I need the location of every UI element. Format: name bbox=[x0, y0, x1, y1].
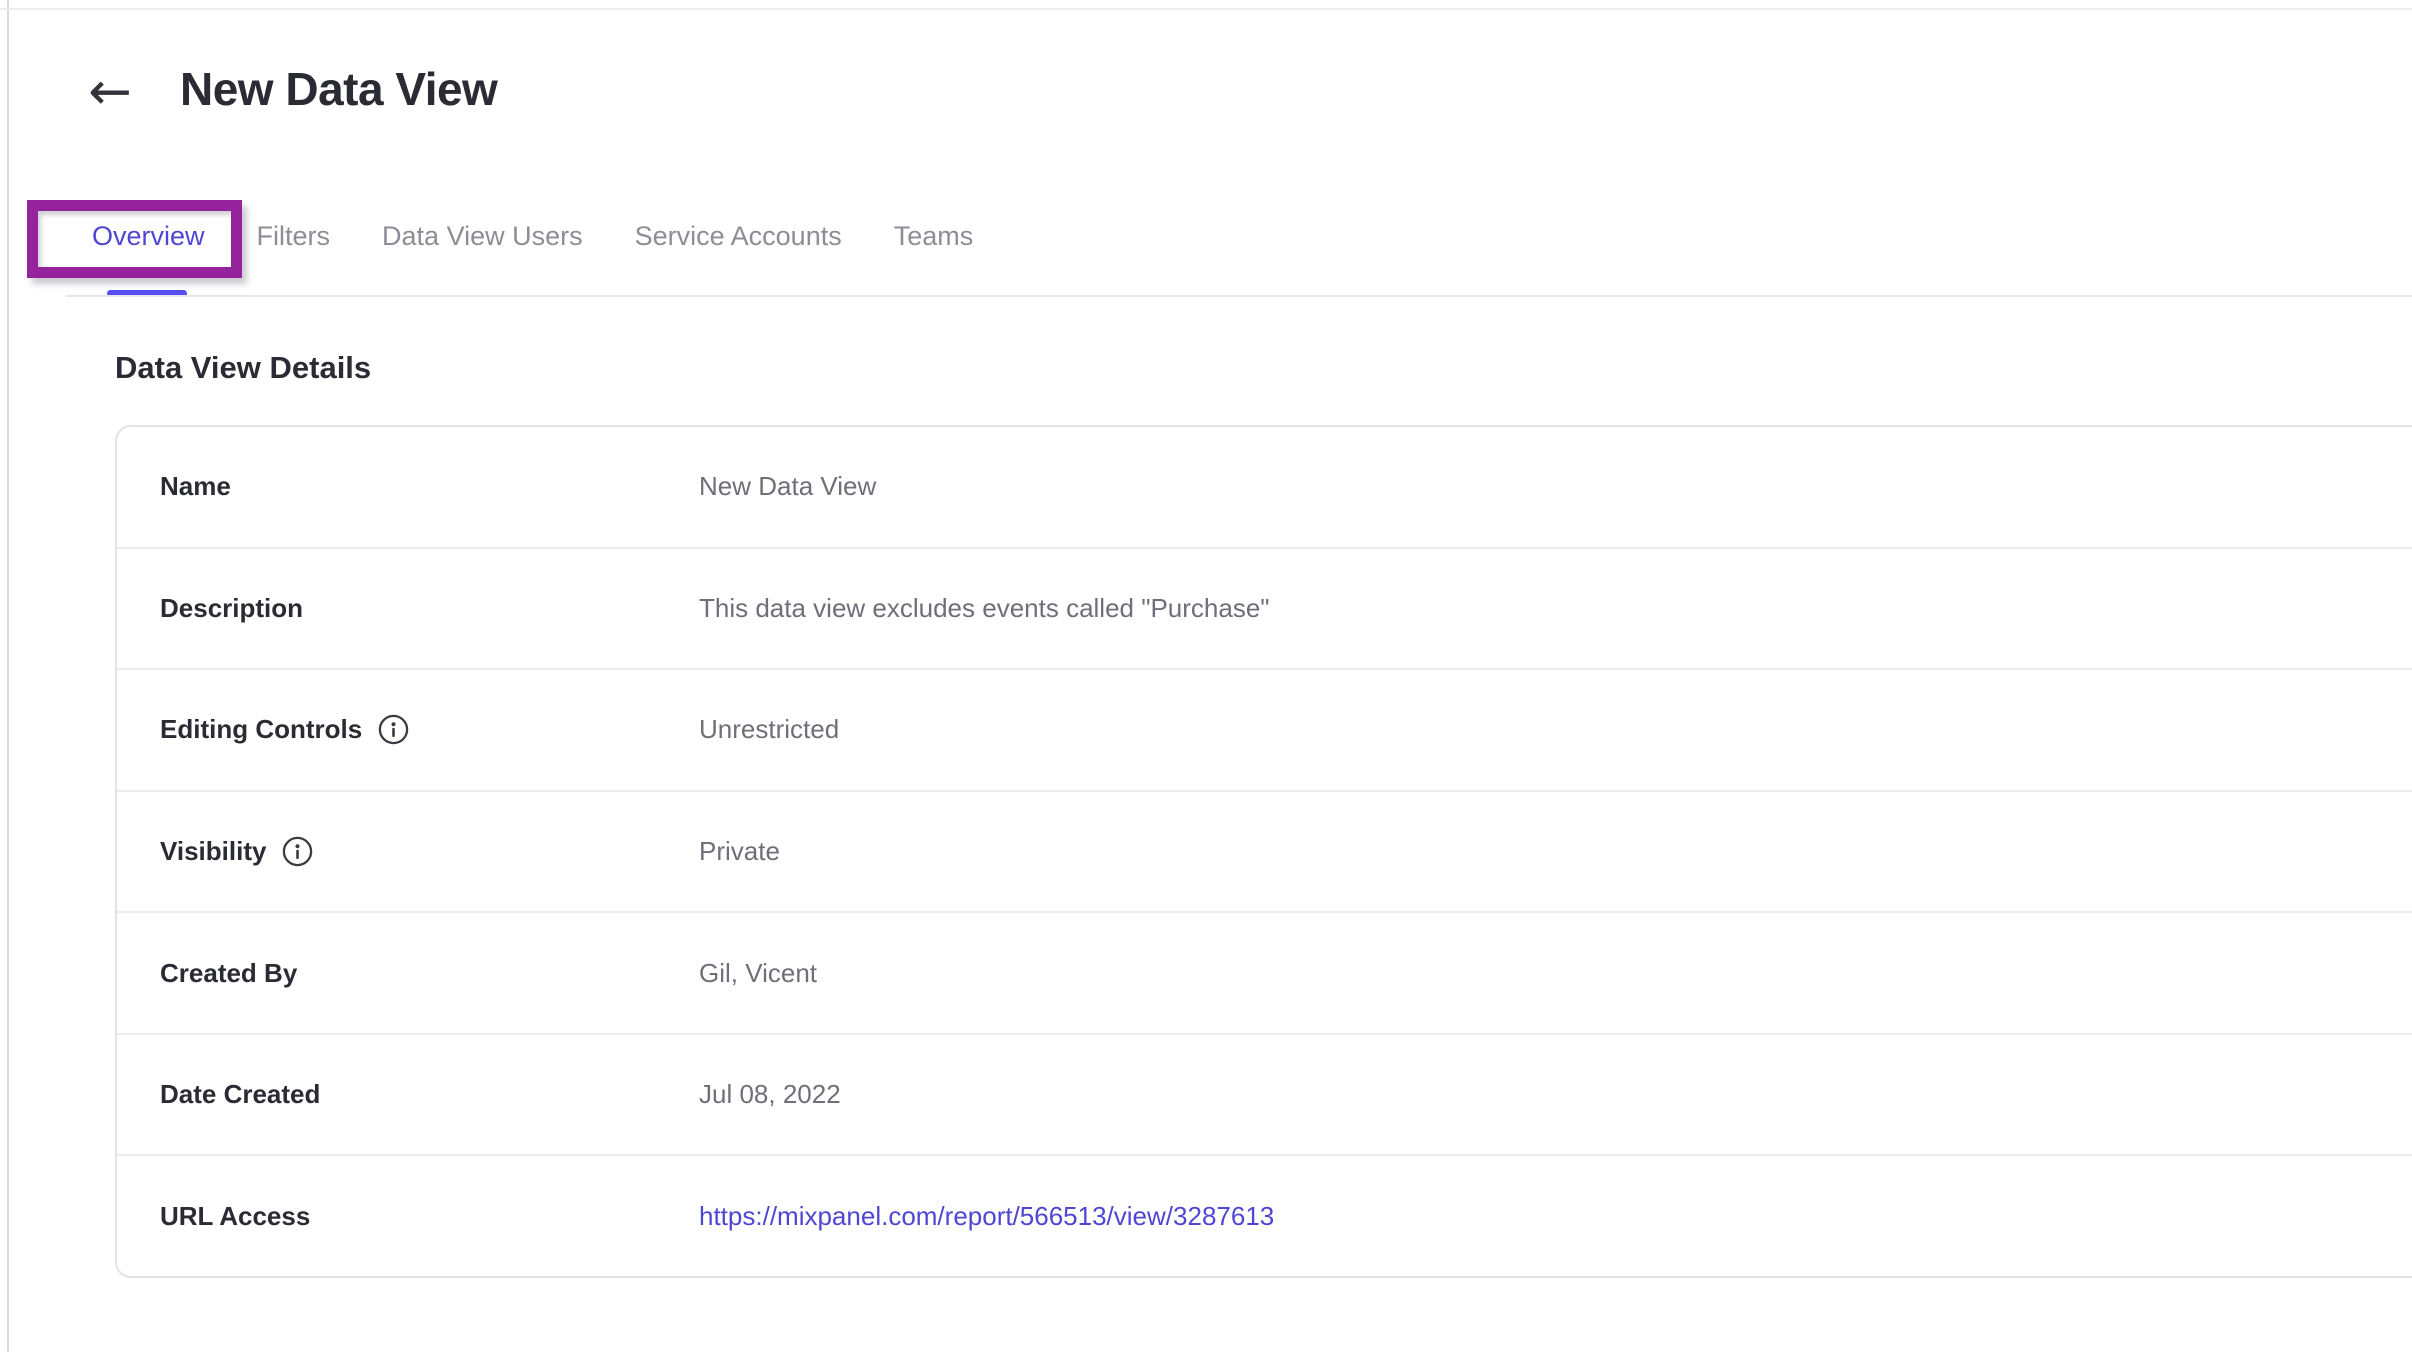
row-label: URL Access bbox=[160, 1201, 310, 1232]
tab-bar-divider bbox=[66, 295, 2412, 297]
info-icon[interactable] bbox=[378, 714, 409, 745]
table-row: Date Created Jul 08, 2022 bbox=[117, 1033, 2412, 1155]
arrow-left-icon: ← bbox=[88, 62, 132, 122]
data-view-details-card: Name New Data View Description This data vi… bbox=[115, 425, 2412, 1278]
table-row: Name New Data View bbox=[117, 427, 2412, 547]
row-label: Description bbox=[160, 593, 303, 624]
row-value: This data view excludes events called "P… bbox=[699, 593, 1270, 624]
section-heading: Data View Details bbox=[115, 350, 371, 386]
row-label-text: Name bbox=[160, 471, 231, 502]
row-value: Jul 08, 2022 bbox=[699, 1079, 841, 1110]
table-row: URL Access https://mixpanel.com/report/56… bbox=[117, 1154, 2412, 1276]
url-access-link[interactable]: https://mixpanel.com/report/566513/view/… bbox=[699, 1201, 1274, 1232]
window-left-border bbox=[7, 0, 9, 1352]
table-row: Visibility Private bbox=[117, 790, 2412, 912]
row-label-text: Description bbox=[160, 593, 303, 624]
info-icon[interactable] bbox=[282, 836, 313, 867]
overview-tab-highlight-annotation bbox=[27, 200, 242, 278]
row-label-text: Editing Controls bbox=[160, 714, 362, 745]
row-label: Editing Controls bbox=[160, 714, 409, 745]
table-row: Editing Controls Unrestricted bbox=[117, 668, 2412, 790]
row-value: Gil, Vicent bbox=[699, 958, 817, 989]
row-label-text: URL Access bbox=[160, 1201, 310, 1232]
table-row: Description This data view excludes event… bbox=[117, 547, 2412, 669]
tab-service-accounts[interactable]: Service Accounts bbox=[635, 221, 842, 252]
row-value: Private bbox=[699, 836, 780, 867]
row-value: Unrestricted bbox=[699, 714, 839, 745]
row-label-text: Date Created bbox=[160, 1079, 320, 1110]
tab-data-view-users[interactable]: Data View Users bbox=[382, 221, 583, 252]
table-row: Created By Gil, Vicent bbox=[117, 911, 2412, 1033]
row-value: New Data View bbox=[699, 471, 876, 502]
tab-filters[interactable]: Filters bbox=[257, 221, 331, 252]
row-label-text: Created By bbox=[160, 958, 297, 989]
row-label: Created By bbox=[160, 958, 297, 989]
row-label-text: Visibility bbox=[160, 836, 266, 867]
window-top-border bbox=[0, 8, 2412, 10]
row-label: Date Created bbox=[160, 1079, 320, 1110]
page-title: New Data View bbox=[180, 62, 497, 116]
row-label: Visibility bbox=[160, 836, 313, 867]
row-label: Name bbox=[160, 471, 231, 502]
back-button[interactable]: ← bbox=[78, 60, 142, 124]
tab-teams[interactable]: Teams bbox=[894, 221, 974, 252]
